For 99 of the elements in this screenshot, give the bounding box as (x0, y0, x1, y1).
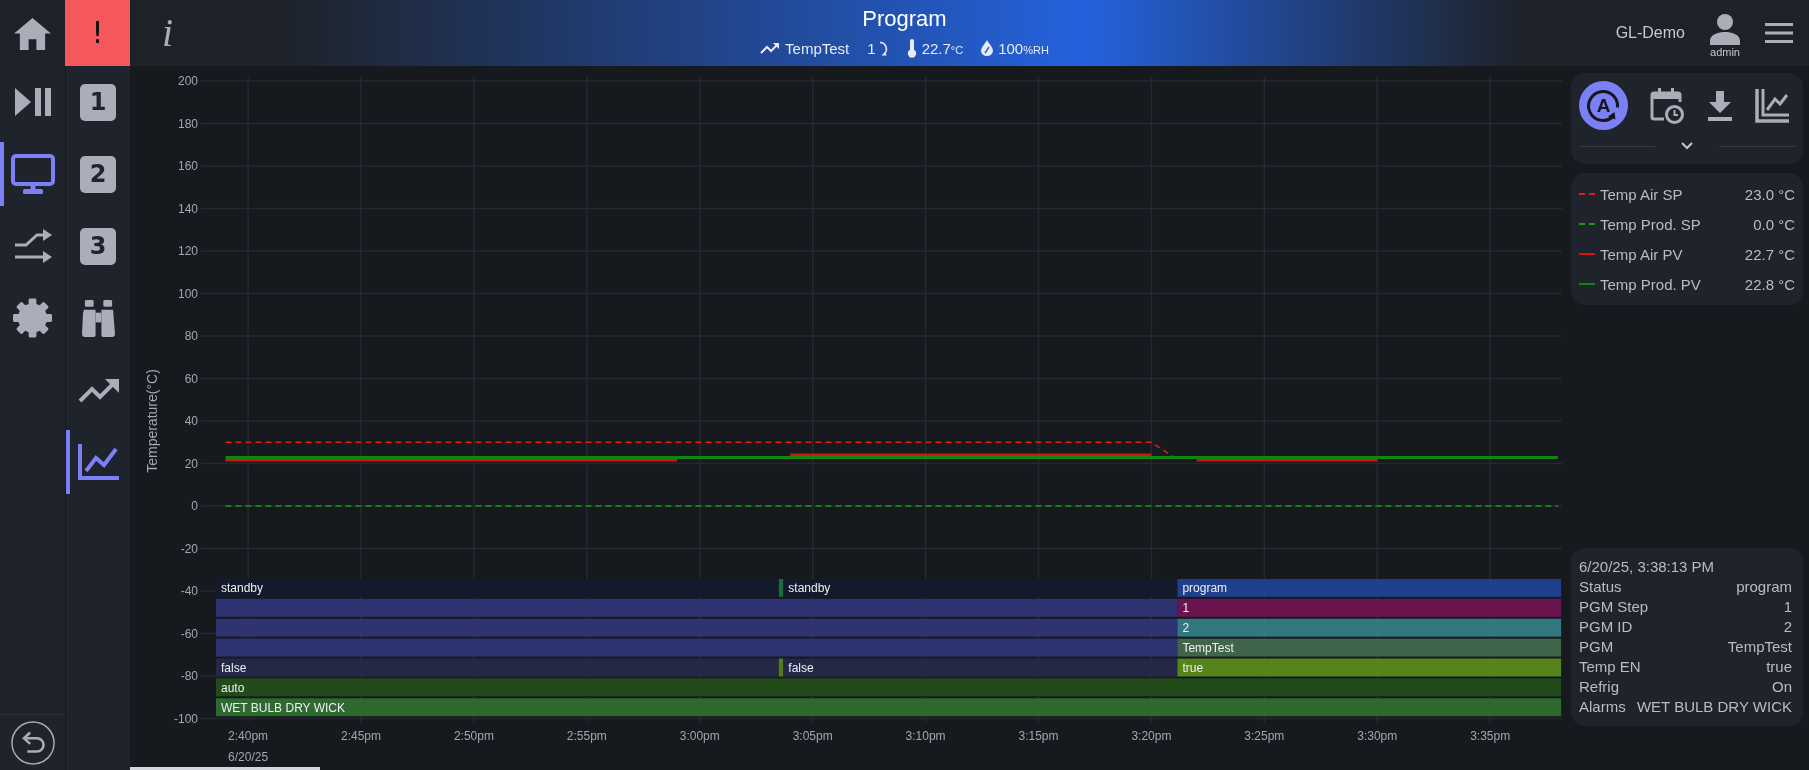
x-tick-label: 3:20pm (1131, 729, 1172, 743)
y-tick-label: 160 (177, 159, 198, 174)
trend-up-icon (760, 42, 781, 54)
line-chart-icon[interactable] (77, 444, 119, 480)
info-label: PGM ID (1579, 617, 1633, 637)
user-icon[interactable] (1709, 13, 1741, 45)
page-number-button[interactable]: 1 (80, 83, 116, 121)
info-value: 1 (1783, 597, 1792, 617)
thermometer-icon (906, 38, 917, 58)
humidity-reading: 100%RH (998, 39, 1049, 57)
y-tick-label: 200 (177, 74, 198, 89)
x-tick-label: 2:45pm (340, 729, 381, 743)
legend-name: Temp Prod. SP (1600, 215, 1702, 233)
download-icon[interactable] (1706, 90, 1733, 121)
legend-value: 0.0 °C (1753, 215, 1795, 233)
y-tick-label: 0 (191, 499, 198, 514)
y-tick-label: 120 (177, 244, 198, 259)
timeline-label: 2 (1182, 621, 1190, 636)
y-tick-label: -40 (180, 584, 198, 599)
active-indicator (66, 430, 70, 494)
info-value: 2 (1783, 617, 1792, 637)
x-tick-label: 3:00pm (679, 729, 720, 743)
program-name: TempTest (785, 39, 850, 57)
page-title: Program (862, 6, 947, 32)
timeline-label: standby (221, 581, 264, 596)
x-tick-label: 3:30pm (1357, 729, 1398, 743)
binoculars-icon[interactable] (81, 299, 115, 337)
timeline-label: false (788, 661, 814, 676)
x-tick-label: 3:10pm (905, 729, 946, 743)
x-tick-label: 2:55pm (566, 729, 607, 743)
user-name: admin (1710, 45, 1740, 59)
info-label: PGM Step (1579, 597, 1649, 617)
page-number-button[interactable]: 3 (80, 227, 116, 265)
alert-button[interactable]: ! (65, 0, 130, 66)
y-tick-label: 100 (177, 286, 198, 301)
y-tick-label: -100 (173, 711, 198, 726)
undo-icon[interactable] (10, 720, 55, 765)
y-tick-label: 80 (184, 329, 198, 344)
gear-icon[interactable] (13, 298, 52, 338)
timeline-label: auto (221, 680, 245, 695)
temperature-reading: 22.7°C (921, 39, 964, 57)
timeline-label: standby (788, 581, 831, 596)
info-value: true (1766, 657, 1792, 677)
menu-icon[interactable] (1765, 23, 1793, 43)
x-tick-label: 2:50pm (453, 729, 494, 743)
legend-name: Temp Prod. PV (1600, 275, 1702, 293)
trend-up-icon[interactable] (77, 377, 119, 403)
legend-value: 22.8 °C (1744, 275, 1795, 293)
arc-arrow-icon (878, 40, 889, 56)
y-tick-label: -60 (180, 626, 198, 641)
legend-value: 22.7 °C (1744, 245, 1795, 263)
info-button[interactable]: i (158, 12, 178, 54)
y-tick-label: 140 (177, 201, 198, 216)
transfer-arrows-icon[interactable] (13, 228, 52, 264)
info-label: Status (1579, 577, 1622, 597)
info-value: On (1772, 677, 1792, 697)
active-indicator (0, 142, 4, 206)
info-label: PGM (1579, 637, 1614, 657)
x-tick-label: 3:15pm (1018, 729, 1059, 743)
info-value: TempTest (1727, 637, 1792, 657)
page-number-button[interactable]: 2 (80, 155, 116, 193)
timeline-label: TempTest (1182, 641, 1234, 656)
info-label: Temp EN (1579, 657, 1641, 677)
legend-value: 23.0 °C (1744, 185, 1795, 203)
y-tick-label: -80 (180, 669, 198, 684)
info-value: WET BULB DRY WICK (1636, 697, 1792, 717)
y-axis-title: Temperature(°C) (144, 369, 160, 473)
drop-icon (981, 40, 994, 56)
chevron-down-icon[interactable] (1681, 142, 1693, 150)
x-tick-label: 3:25pm (1244, 729, 1285, 743)
x-tick-label: 3:05pm (792, 729, 833, 743)
timeline-label: true (1182, 661, 1204, 676)
y-tick-label: 60 (184, 371, 198, 386)
y-tick-label: 20 (184, 456, 198, 471)
axis-date-label: 6/20/25 (228, 750, 269, 764)
play-pause-icon[interactable] (14, 88, 51, 116)
legend-name: Temp Air SP (1600, 185, 1684, 203)
home-icon[interactable] (13, 16, 52, 50)
x-tick-label: 3:35pm (1470, 729, 1511, 743)
timeline-label: WET BULB DRY WICK (221, 700, 346, 715)
line-chart-icon[interactable] (1755, 88, 1789, 123)
timeline-label: 1 (1182, 601, 1190, 616)
y-tick-label: 180 (177, 116, 198, 131)
step-number: 1 (867, 39, 876, 57)
y-tick-label: -20 (180, 541, 198, 556)
auto-mode-button[interactable]: A (1579, 81, 1628, 130)
info-value: program (1736, 577, 1792, 597)
calendar-clock-icon[interactable] (1650, 87, 1685, 124)
timestamp: 6/20/25, 3:38:13 PM (1579, 557, 1716, 577)
legend-name: Temp Air PV (1600, 245, 1684, 263)
monitor-icon[interactable] (10, 154, 55, 194)
info-label: Refrig (1579, 677, 1619, 697)
scrollbar-thumb[interactable] (130, 767, 320, 770)
timeline-label: program (1182, 581, 1228, 596)
info-label: Alarms (1579, 697, 1626, 717)
y-tick-label: 40 (184, 414, 198, 429)
x-tick-label: 2:40pm (228, 729, 269, 743)
site-name: GL-Demo (1615, 24, 1685, 42)
timeline-label: false (221, 661, 247, 676)
